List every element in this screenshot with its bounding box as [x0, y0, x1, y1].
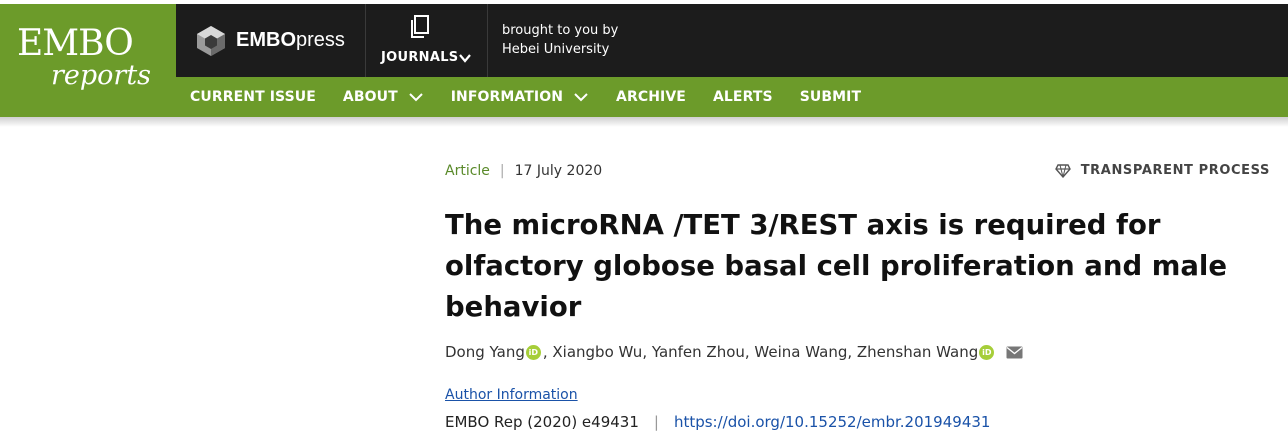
header-shadow — [0, 117, 1288, 127]
brought-to-you-text: brought to you by — [502, 23, 619, 38]
article-meta: Article | 17 July 2020 — [445, 163, 602, 179]
institution-access: brought to you by Hebei University — [502, 21, 618, 59]
chevron-down-icon — [409, 93, 423, 102]
site-header: EMBO reports EMBOpress JOURNALS brought … — [0, 0, 1288, 117]
institution-name: Hebei University — [502, 42, 610, 57]
nav-submit[interactable]: SUBMIT — [800, 89, 861, 105]
article-title: The microRNA /TET 3/REST axis is require… — [445, 209, 1227, 323]
embo-reports-logo[interactable]: EMBO reports — [0, 0, 176, 117]
nav-current-issue-label: CURRENT ISSUE — [190, 89, 316, 105]
embo-press-link[interactable]: EMBOpress — [176, 4, 366, 77]
logo-reports-text: reports — [51, 60, 152, 91]
transparent-process-label: TRANSPARENT PROCESS — [1080, 163, 1270, 178]
orcid-icon[interactable]: iD — [979, 344, 995, 360]
nav-submit-label: SUBMIT — [799, 89, 862, 105]
citation-line: EMBO Rep (2020) e49431 | https://doi.org… — [445, 413, 990, 431]
doi-link[interactable]: https://doi.org/10.15252/embr.201949431 — [674, 413, 991, 431]
mail-icon[interactable] — [1006, 346, 1023, 359]
transparent-process-link[interactable]: TRANSPARENT PROCESS — [1054, 163, 1270, 178]
publication-date: 17 July 2020 — [514, 163, 603, 179]
author-list: Dong Yang iD , Xiangbo Wu, Yanfen Zhou, … — [445, 343, 1023, 361]
nav-information-label: INFORMATION — [450, 89, 564, 105]
main-nav: CURRENT ISSUE ABOUT INFORMATION ARCHIVE … — [176, 77, 1288, 117]
author-link-dong-yang[interactable]: Dong Yang — [445, 343, 525, 361]
press-light-text: press — [296, 29, 345, 51]
nav-about-label: ABOUT — [342, 89, 398, 105]
nav-alerts[interactable]: ALERTS — [713, 89, 773, 105]
chevron-down-icon — [459, 54, 471, 63]
author-links-rest[interactable]: , Xiangbo Wu, Yanfen Zhou, Weina Wang, Z… — [543, 343, 978, 361]
embo-press-wordmark: EMBOpress — [236, 29, 345, 52]
citation-text: EMBO Rep (2020) e49431 — [445, 413, 639, 431]
nav-archive[interactable]: ARCHIVE — [616, 89, 686, 105]
citation-separator: | — [653, 413, 659, 431]
nav-current-issue[interactable]: CURRENT ISSUE — [190, 89, 316, 105]
author-information-link[interactable]: Author Information — [445, 387, 578, 403]
top-bar: EMBOpress JOURNALS brought to you by Heb… — [176, 4, 1288, 77]
nav-archive-label: ARCHIVE — [616, 89, 686, 105]
nav-alerts-label: ALERTS — [712, 89, 773, 105]
journals-stack-icon — [411, 15, 429, 38]
journals-label: JOURNALS — [381, 50, 459, 65]
meta-separator: | — [499, 163, 505, 179]
embo-press-cube-icon — [197, 25, 225, 56]
nav-information[interactable]: INFORMATION — [451, 89, 589, 105]
article-type: Article — [445, 163, 490, 179]
diamond-icon — [1054, 163, 1071, 178]
logo-embo-text: EMBO — [17, 23, 134, 64]
nav-about[interactable]: ABOUT — [343, 89, 424, 105]
orcid-icon[interactable]: iD — [525, 344, 541, 360]
press-bold-text: EMBO — [236, 29, 296, 51]
chevron-down-icon — [574, 93, 588, 102]
journals-menu[interactable]: JOURNALS — [367, 4, 488, 77]
